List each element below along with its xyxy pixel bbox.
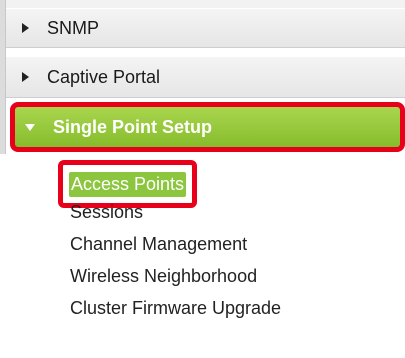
nav-item-single-point-setup[interactable]: Single Point Setup [10, 102, 405, 152]
nav-item-snmp[interactable]: SNMP [6, 8, 405, 48]
single-point-setup-submenu: Access Points Sessions Channel Managemen… [0, 154, 405, 358]
submenu-item-channel-management[interactable]: Channel Management [70, 234, 247, 255]
submenu-item-access-points[interactable]: Access Points [58, 160, 198, 208]
submenu-item-wireless-neighborhood[interactable]: Wireless Neighborhood [70, 266, 257, 287]
nav-item-label: SNMP [47, 17, 100, 38]
nav-item-label: Captive Portal [47, 66, 161, 87]
chevron-right-icon [22, 72, 29, 82]
navigation-panel: SNMP Captive Portal Single Point Setup A… [0, 0, 405, 358]
submenu-item-label: Access Points [69, 171, 187, 197]
submenu-item-sessions[interactable]: Sessions [70, 202, 143, 223]
nav-item-label: Single Point Setup [53, 116, 213, 137]
chevron-down-icon [25, 123, 35, 131]
chevron-right-icon [22, 23, 29, 33]
nav-item-captive-portal[interactable]: Captive Portal [6, 56, 405, 98]
submenu-item-cluster-firmware-upgrade[interactable]: Cluster Firmware Upgrade [70, 298, 281, 319]
